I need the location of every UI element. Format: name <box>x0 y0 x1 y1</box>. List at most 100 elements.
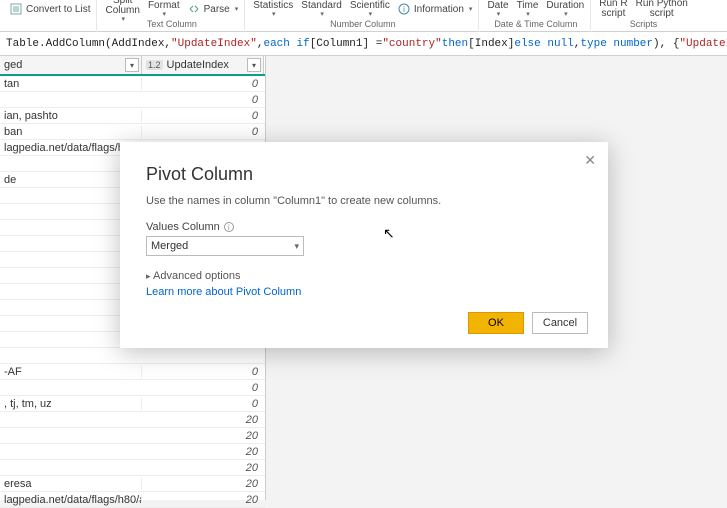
time-label: Time <box>517 1 539 11</box>
info-icon: i <box>398 3 410 15</box>
cell-updateindex: 0 <box>142 94 264 106</box>
column-header-updateindex[interactable]: 1.2 UpdateIndex ▾ <box>142 56 264 74</box>
filter-icon[interactable]: ▾ <box>247 58 261 72</box>
formula-text: ), { <box>653 38 679 50</box>
formula-text: , <box>574 38 581 50</box>
chevron-down-icon: ▾ <box>163 11 167 18</box>
parse-icon <box>188 3 200 15</box>
table-row[interactable]: 0 <box>0 380 265 396</box>
cell-updateindex: 20 <box>142 462 264 474</box>
list-icon <box>10 3 22 15</box>
table-row[interactable]: 0 <box>0 92 265 108</box>
datetime-group-label: Date & Time Column <box>494 19 577 29</box>
values-column-label: Values Column i <box>146 221 582 233</box>
info-icon[interactable]: i <box>224 222 234 232</box>
cell-updateindex: 20 <box>142 478 264 490</box>
column-header-merged[interactable]: ged ▾ <box>0 56 142 74</box>
date-button[interactable]: Date ▾ <box>487 1 508 18</box>
table-row[interactable]: 20 <box>0 412 265 428</box>
chevron-down-icon: ▾ <box>497 11 501 18</box>
cell-updateindex: 0 <box>142 366 264 378</box>
column-header-label: ged <box>4 59 22 71</box>
formula-text: "UpdateIndex" <box>171 38 257 50</box>
format-button[interactable]: Format ▾ <box>148 1 180 18</box>
formula-text: Table.AddColumn(AddIndex, <box>6 38 171 50</box>
formula-bar[interactable]: Table.AddColumn(AddIndex, "UpdateIndex" … <box>0 32 727 56</box>
cancel-button[interactable]: Cancel <box>532 312 588 334</box>
table-row[interactable]: lagpedia.net/data/flags/h80/al.png20 <box>0 492 265 508</box>
information-button[interactable]: i Information ▾ <box>398 3 473 15</box>
time-button[interactable]: Time ▾ <box>517 1 539 18</box>
cell-updateindex: 0 <box>142 126 264 138</box>
cell-merged: , tj, tm, uz <box>0 398 142 410</box>
number-column-group-label: Number Column <box>330 19 396 29</box>
formula-text: "UpdateIndex" <box>679 38 727 50</box>
decimal-type-icon: 1.2 <box>146 60 163 70</box>
cell-merged: ban <box>0 126 142 138</box>
values-column-selected: Merged <box>151 240 188 252</box>
learn-more-link[interactable]: Learn more about Pivot Column <box>146 286 582 298</box>
parse-button[interactable]: Parse ▾ <box>188 3 239 15</box>
advanced-options-toggle[interactable]: Advanced options <box>146 270 582 282</box>
table-row[interactable]: tan0 <box>0 76 265 92</box>
advanced-options-label: Advanced options <box>153 270 240 282</box>
chevron-down-icon: ▾ <box>526 11 530 18</box>
standard-label: Standard <box>301 1 342 11</box>
table-row[interactable]: ban0 <box>0 124 265 140</box>
formula-text: then <box>442 38 468 50</box>
date-label: Date <box>487 1 508 11</box>
run-r-label: Run R script <box>599 0 627 19</box>
convert-to-list-button[interactable]: Convert to List <box>10 3 90 15</box>
table-row[interactable] <box>0 348 265 364</box>
cell-updateindex: 20 <box>142 446 264 458</box>
cell-merged: -AF <box>0 366 142 378</box>
run-python-button[interactable]: Run Python script <box>636 0 688 19</box>
cell-updateindex: 0 <box>142 78 264 90</box>
formula-text: [Index] <box>468 38 514 50</box>
chevron-down-icon: ▾ <box>272 11 276 18</box>
table-row[interactable]: 20 <box>0 444 265 460</box>
chevron-down-icon: ▾ <box>121 16 125 23</box>
cell-merged: eresa <box>0 478 142 490</box>
scientific-button[interactable]: Scientific ▾ <box>350 1 390 18</box>
standard-button[interactable]: Standard ▾ <box>301 1 342 18</box>
cell-merged: tan <box>0 78 142 90</box>
close-icon[interactable]: ✕ <box>584 152 596 169</box>
formula-text: , <box>257 38 264 50</box>
statistics-button[interactable]: Statistics ▾ <box>253 1 293 18</box>
chevron-down-icon: ▾ <box>469 5 473 13</box>
run-r-button[interactable]: Run R script <box>599 0 627 19</box>
values-column-select[interactable]: Merged <box>146 236 304 256</box>
table-row[interactable]: 20 <box>0 428 265 444</box>
formula-text: type number <box>580 38 653 50</box>
cell-updateindex: 0 <box>142 398 264 410</box>
text-column-group-label: Text Column <box>147 19 197 29</box>
cell-updateindex: 0 <box>142 382 264 394</box>
information-label: Information <box>414 4 464 15</box>
split-column-button[interactable]: Split Column ▾ <box>105 0 139 23</box>
chevron-down-icon: ▾ <box>369 11 373 18</box>
ribbon: Convert to List Split Column ▾ Format ▾ … <box>0 0 727 32</box>
column-header-label: UpdateIndex <box>167 59 229 71</box>
pivot-column-dialog: ✕ Pivot Column Use the names in column "… <box>120 142 608 348</box>
table-row[interactable]: ian, pashto0 <box>0 108 265 124</box>
dialog-description: Use the names in column "Column1" to cre… <box>146 195 582 207</box>
cell-updateindex: 0 <box>142 110 264 122</box>
filter-icon[interactable]: ▾ <box>125 58 139 72</box>
dialog-title: Pivot Column <box>146 164 582 185</box>
chevron-down-icon: ▾ <box>564 11 568 18</box>
table-row[interactable]: 20 <box>0 460 265 476</box>
cell-merged: ian, pashto <box>0 110 142 122</box>
svg-text:i: i <box>403 5 405 14</box>
statistics-label: Statistics <box>253 1 293 11</box>
table-row[interactable]: -AF0 <box>0 364 265 380</box>
column-headers: ged ▾ 1.2 UpdateIndex ▾ <box>0 56 265 76</box>
duration-button[interactable]: Duration ▾ <box>546 1 584 18</box>
table-row[interactable]: , tj, tm, uz0 <box>0 396 265 412</box>
formula-text: each if <box>263 38 309 50</box>
scientific-label: Scientific <box>350 1 390 11</box>
scripts-group-label: Scripts <box>630 19 658 29</box>
cell-updateindex: 20 <box>142 414 264 426</box>
ok-button[interactable]: OK <box>468 312 524 334</box>
table-row[interactable]: eresa20 <box>0 476 265 492</box>
